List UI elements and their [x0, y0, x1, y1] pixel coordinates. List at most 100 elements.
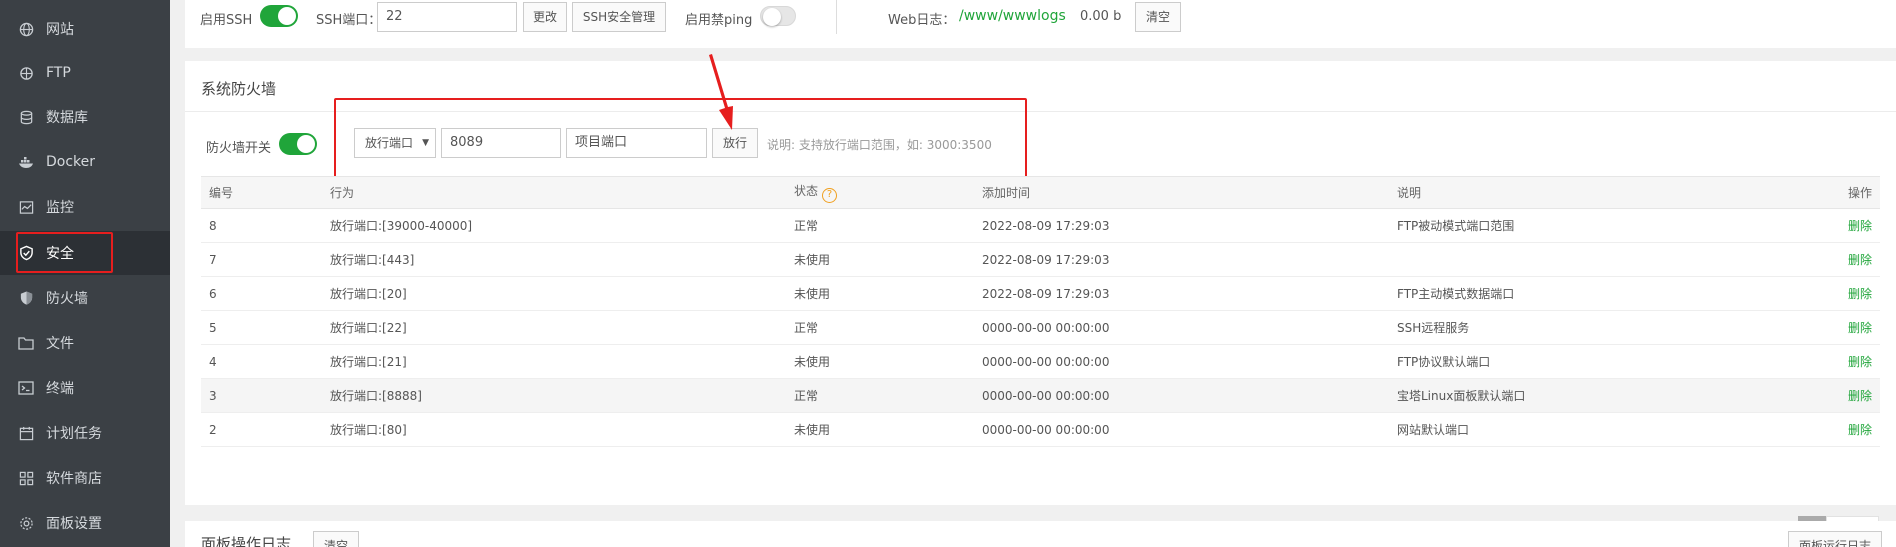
- delete-link[interactable]: 删除: [1848, 423, 1872, 437]
- sidebar-item-label: 计划任务: [46, 426, 102, 442]
- delete-link[interactable]: 删除: [1848, 253, 1872, 267]
- cell-op: 删除: [1819, 378, 1880, 413]
- sidebar-item-label: 数据库: [46, 110, 88, 126]
- sidebar-item-label: 防火墙: [46, 291, 88, 307]
- cell-status: 未使用: [786, 344, 974, 379]
- col-op: 操作: [1819, 176, 1880, 209]
- clear-weblog-button[interactable]: 清空: [1135, 2, 1181, 32]
- cell-status: 正常: [786, 378, 974, 413]
- cell-status: 正常: [786, 310, 974, 345]
- cell-id: 3: [201, 378, 322, 413]
- calendar-icon: [18, 425, 34, 441]
- ssh-settings-panel: 启用SSH SSH端口： 22 更改 SSH安全管理 启用禁ping Web日志…: [185, 0, 1896, 48]
- cell-op: 删除: [1819, 208, 1880, 243]
- table-row: 4 放行端口:[21] 未使用 0000-00-00 00:00:00 FTP协…: [201, 344, 1880, 379]
- help-icon[interactable]: ?: [822, 188, 838, 203]
- ftp-icon: [18, 65, 34, 81]
- firewall-switch-label: 防火墙开关: [206, 141, 272, 156]
- col-action: 行为: [322, 176, 786, 209]
- cell-id: 6: [201, 276, 322, 311]
- ssh-port-input[interactable]: 22: [377, 2, 517, 32]
- clear-log-button[interactable]: 清空: [313, 531, 359, 547]
- run-log-button[interactable]: 面板运行日志: [1788, 531, 1882, 547]
- firewall-toggle[interactable]: [279, 133, 317, 155]
- cell-op: 删除: [1819, 242, 1880, 277]
- section-title: 系统防火墙: [201, 80, 277, 98]
- cell-action: 放行端口:[20]: [322, 276, 786, 311]
- ssh-security-button[interactable]: SSH安全管理: [572, 2, 666, 32]
- sidebar-item-files[interactable]: 文件: [0, 321, 170, 365]
- sidebar-item-label: 面板设置: [46, 516, 102, 532]
- terminal-icon: [18, 380, 34, 396]
- table-row: 3 放行端口:[8888] 正常 0000-00-00 00:00:00 宝塔L…: [201, 378, 1880, 413]
- change-port-button[interactable]: 更改: [523, 2, 567, 32]
- sidebar-item-store[interactable]: 软件商店: [0, 456, 170, 500]
- cell-op: 删除: [1819, 276, 1880, 311]
- enable-ssh-toggle[interactable]: [260, 5, 298, 27]
- shield-icon: [18, 290, 34, 306]
- sidebar-item-label: FTP: [46, 65, 71, 81]
- cell-time: 0000-00-00 00:00:00: [974, 378, 1389, 413]
- cell-status: 未使用: [786, 242, 974, 277]
- cell-action: 放行端口:[80]: [322, 412, 786, 447]
- ssh-port-label: SSH端口：: [316, 13, 382, 28]
- panel-log-section: 面板操作日志 清空 面板运行日志: [185, 521, 1896, 547]
- sidebar-item-docker[interactable]: Docker: [0, 140, 170, 184]
- col-status: 状态?: [786, 176, 974, 209]
- cell-time: 2022-08-09 17:29:03: [974, 208, 1389, 243]
- sidebar-item-label: Docker: [46, 154, 96, 170]
- table-row: 7 放行端口:[443] 未使用 2022-08-09 17:29:03 删除: [201, 242, 1880, 277]
- cell-time: 0000-00-00 00:00:00: [974, 412, 1389, 447]
- sidebar-item-label: 软件商店: [46, 471, 102, 487]
- sidebar-item-cron[interactable]: 计划任务: [0, 411, 170, 455]
- delete-link[interactable]: 删除: [1848, 389, 1872, 403]
- delete-link[interactable]: 删除: [1848, 355, 1872, 369]
- col-status-label: 状态: [794, 184, 819, 198]
- sidebar-item-database[interactable]: 数据库: [0, 95, 170, 139]
- cell-desc: FTP主动模式数据端口: [1389, 276, 1819, 311]
- gear-icon: [18, 515, 34, 531]
- sidebar-item-firewall[interactable]: 防火墙: [0, 276, 170, 320]
- database-icon: [18, 109, 34, 125]
- cell-id: 4: [201, 344, 322, 379]
- cell-action: 放行端口:[22]: [322, 310, 786, 345]
- cell-time: 2022-08-09 17:29:03: [974, 276, 1389, 311]
- table-row: 8 放行端口:[39000-40000] 正常 2022-08-09 17:29…: [201, 208, 1880, 243]
- cell-desc: FTP协议默认端口: [1389, 344, 1819, 379]
- cell-desc: FTP被动模式端口范围: [1389, 208, 1819, 243]
- cell-time: 2022-08-09 17:29:03: [974, 242, 1389, 277]
- sidebar-item-monitor[interactable]: 监控: [0, 185, 170, 229]
- sidebar-item-label: 网站: [46, 22, 74, 38]
- ping-toggle[interactable]: [760, 6, 796, 26]
- highlight-box-security: [16, 232, 113, 273]
- cell-desc: 网站默认端口: [1389, 412, 1819, 447]
- delete-link[interactable]: 删除: [1848, 287, 1872, 301]
- cell-id: 5: [201, 310, 322, 345]
- arrow-pointer-icon: [709, 54, 733, 130]
- sidebar-item-website[interactable]: 网站: [0, 7, 170, 51]
- sidebar-item-ftp[interactable]: FTP: [0, 51, 170, 95]
- sidebar-item-label: 终端: [46, 381, 74, 397]
- weblog-size: 0.00 b: [1080, 9, 1122, 24]
- cell-status: 未使用: [786, 412, 974, 447]
- cell-action: 放行端口:[8888]: [322, 378, 786, 413]
- table-header: 编号 行为 状态? 添加时间 说明 操作: [201, 176, 1880, 209]
- cell-action: 放行端口:[21]: [322, 344, 786, 379]
- cell-id: 2: [201, 412, 322, 447]
- grid-icon: [18, 470, 34, 486]
- cell-desc: SSH远程服务: [1389, 310, 1819, 345]
- divider: [836, 0, 837, 34]
- col-id: 编号: [201, 176, 322, 209]
- delete-link[interactable]: 删除: [1848, 219, 1872, 233]
- firewall-rules-table: 编号 行为 状态? 添加时间 说明 操作 8 放行端口:[39000-40000…: [201, 176, 1880, 447]
- docker-icon: [18, 154, 34, 170]
- delete-link[interactable]: 删除: [1848, 321, 1872, 335]
- sidebar-item-terminal[interactable]: 终端: [0, 366, 170, 410]
- sidebar-item-label: 文件: [46, 336, 74, 352]
- folder-icon: [18, 335, 34, 351]
- sidebar-item-settings[interactable]: 面板设置: [0, 501, 170, 545]
- col-desc: 说明: [1389, 176, 1819, 209]
- ping-label: 启用禁ping: [685, 13, 753, 28]
- enable-ssh-label: 启用SSH: [200, 13, 253, 28]
- cell-desc: 宝塔Linux面板默认端口: [1389, 378, 1819, 413]
